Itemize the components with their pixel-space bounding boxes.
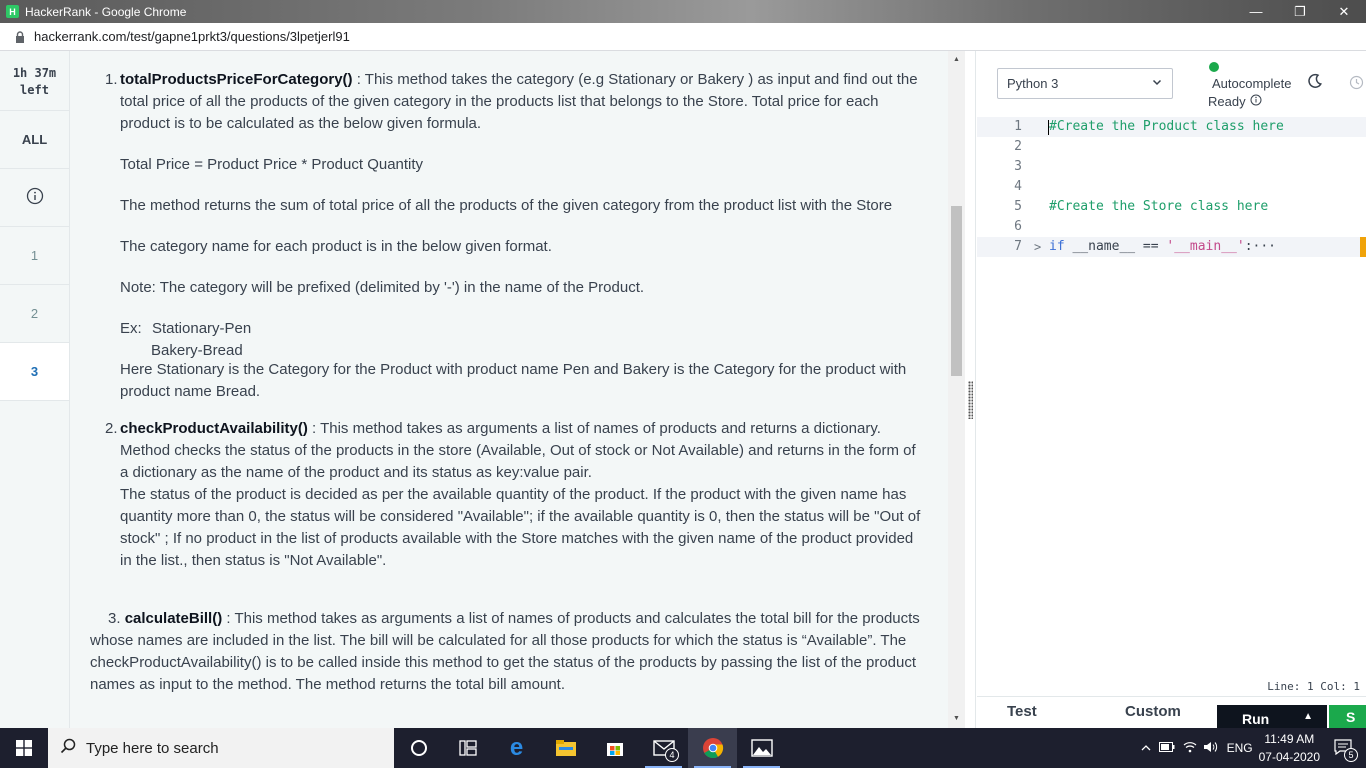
code-line[interactable]: 5 #Create the Store class here <box>977 197 1366 217</box>
example-block: Ex: Stationary-Pen Bakery-Bread <box>70 318 928 359</box>
drag-handle-icon[interactable] <box>968 381 973 419</box>
address-bar[interactable]: hackerrank.com/test/gapne1prkt3/question… <box>0 23 1366 51</box>
mail-badge: 4 <box>665 748 679 762</box>
task-view-icon[interactable] <box>443 728 492 768</box>
returns-text: The method returns the sum of total pric… <box>120 197 893 214</box>
method-3-paragraph: 3. calculateBill() : This method takes a… <box>90 610 920 693</box>
code-line[interactable]: 2 <box>977 137 1366 157</box>
scroll-down-arrow-icon[interactable]: ▼ <box>948 712 965 726</box>
file-explorer-icon[interactable] <box>541 728 590 768</box>
chevron-up-icon[interactable]: ▲ <box>1303 711 1313 722</box>
nav-item-question-2[interactable]: 2 <box>0 285 69 343</box>
example-2: Bakery-Bread <box>151 342 243 359</box>
formula-text: Total Price = Product Price * Product Qu… <box>120 156 424 173</box>
input-language[interactable]: ENG <box>1227 741 1253 755</box>
cortana-icon[interactable] <box>394 728 443 768</box>
code-line[interactable]: 7 > if __name__ == '__main__':··· <box>977 237 1366 257</box>
method-1-number: 1. <box>105 71 118 88</box>
code-area[interactable]: 1 #Create the Product class here 2 3 4 5… <box>977 117 1366 673</box>
window-title-bar[interactable]: H HackerRank - Google Chrome — ❐ ✕ <box>0 0 1366 23</box>
volume-icon[interactable] <box>1203 741 1219 756</box>
nav-item-question-1[interactable]: 1 <box>0 227 69 285</box>
example-1: Stationary-Pen <box>152 320 252 337</box>
time-remaining: 1h 37m left <box>0 51 69 111</box>
method-2-paragraph: checkProductAvailability() : This method… <box>120 420 916 481</box>
store-icon[interactable] <box>590 728 639 768</box>
maximize-button[interactable]: ❐ <box>1278 0 1322 23</box>
minimize-button[interactable]: — <box>1234 0 1278 23</box>
nav-item-question-3[interactable]: 3 <box>0 343 69 401</box>
chevron-up-icon[interactable] <box>1141 741 1151 755</box>
text-cursor <box>1048 120 1049 135</box>
system-tray: ENG 11:49 AM 07-04-2020 5 <box>1141 728 1366 768</box>
code-line[interactable]: 6 <box>977 217 1366 237</box>
edge-browser-icon[interactable]: e <box>492 728 541 768</box>
code-line[interactable]: 4 <box>977 177 1366 197</box>
question-scrollbar[interactable]: ▲ ▼ <box>948 51 965 728</box>
clock[interactable]: 11:49 AM 07-04-2020 <box>1259 730 1320 766</box>
lock-icon <box>14 30 26 43</box>
language-select[interactable]: Python 3 <box>997 68 1173 99</box>
example-label: Ex: <box>120 320 142 337</box>
method-2-name: checkProductAvailability() <box>120 420 308 437</box>
battery-icon[interactable] <box>1158 741 1175 755</box>
scroll-up-arrow-icon[interactable]: ▲ <box>948 53 965 67</box>
nav-item-all[interactable]: ALL <box>0 111 69 169</box>
fold-toggle-icon[interactable]: > <box>1034 237 1041 257</box>
method-2-number: 2. <box>105 420 118 437</box>
cursor-position: Line: 1 Col: 1 <box>1267 680 1360 693</box>
code-line[interactable]: 3 <box>977 157 1366 177</box>
panel-splitter[interactable] <box>965 51 976 728</box>
method-1-name: totalProductsPriceForCategory() <box>120 71 353 88</box>
chevron-down-icon <box>1152 77 1162 90</box>
info-icon <box>26 187 44 208</box>
wifi-icon[interactable] <box>1183 741 1197 756</box>
history-icon[interactable] <box>1349 75 1364 93</box>
mail-icon[interactable]: 4 <box>639 728 688 768</box>
window-title: HackerRank - Google Chrome <box>25 4 187 19</box>
windows-start-icon[interactable] <box>0 728 48 768</box>
search-icon <box>60 738 76 758</box>
photos-icon[interactable] <box>737 728 786 768</box>
windows-taskbar: Type here to search e 4 ENG 11:49 AM 07-… <box>0 728 1366 768</box>
chrome-icon[interactable] <box>688 728 737 768</box>
taskbar-search-box[interactable]: Type here to search <box>48 728 394 768</box>
here-text: Here Stationary is the Category for the … <box>120 361 907 400</box>
note-text: Note: The category will be prefixed (del… <box>120 279 645 296</box>
editor-toolbar: Python 3 Autocomplete Ready <box>977 51 1366 117</box>
method-2-status-text: The status of the product is decided as … <box>120 486 921 569</box>
question-nav-sidebar: 1h 37m left ALL 1 2 3 <box>0 51 70 728</box>
scrollbar-thumb[interactable] <box>951 206 962 376</box>
url-text[interactable]: hackerrank.com/test/gapne1prkt3/question… <box>34 29 350 44</box>
method-3-name: calculateBill() <box>124 610 223 627</box>
autocomplete-toggle[interactable]: Autocomplete <box>1212 76 1292 91</box>
method-1-paragraph: totalProductsPriceForCategory() : This m… <box>120 71 918 132</box>
custom-input-tab[interactable]: Custom <box>1125 703 1181 720</box>
nav-item-info[interactable] <box>0 169 69 227</box>
code-line[interactable]: 1 #Create the Product class here <box>977 117 1366 137</box>
hackerrank-logo-icon: H <box>6 5 19 18</box>
editor-status: Ready <box>1208 94 1262 109</box>
editor-bottom-bar: Test Custom Run ▲ S <box>977 696 1366 733</box>
close-button[interactable]: ✕ <box>1322 0 1366 23</box>
code-editor-panel: Python 3 Autocomplete Ready 1 #Create th… <box>977 51 1366 733</box>
notification-count: 5 <box>1344 747 1358 762</box>
format-intro-text: The category name for each product is in… <box>120 238 552 255</box>
info-icon <box>1250 94 1262 109</box>
overview-ruler-marker <box>1360 237 1366 257</box>
test-results-tab[interactable]: Test <box>1007 703 1037 720</box>
connection-status-dot <box>1209 62 1219 72</box>
notification-center-icon[interactable]: 5 <box>1334 738 1358 762</box>
theme-moon-icon[interactable] <box>1307 73 1323 94</box>
question-panel: 1. totalProductsPriceForCategory() : Thi… <box>70 51 948 728</box>
